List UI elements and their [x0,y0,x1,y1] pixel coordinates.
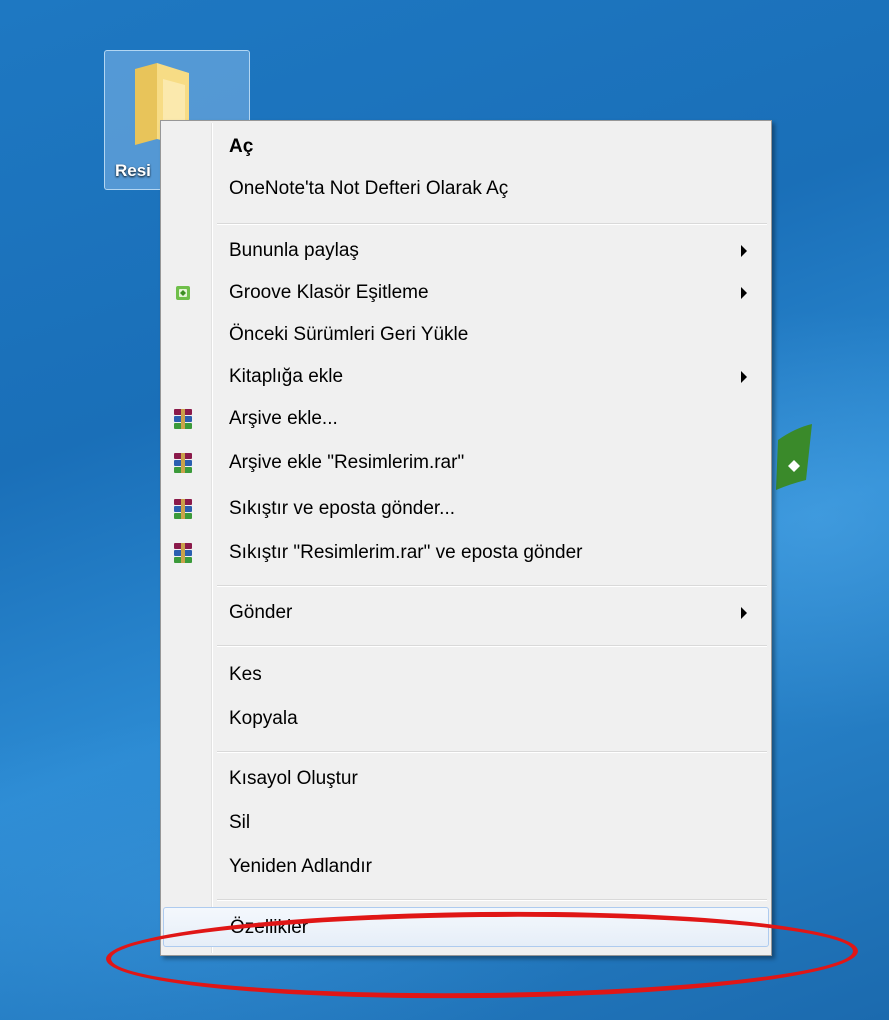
menu-item-label: Groove Klasör Eşitleme [229,282,429,303]
menu-item-share-with[interactable]: Bununla paylaş [163,231,769,271]
menu-item-label: Kes [229,664,262,685]
menu-item-label: Sil [229,812,251,833]
menu-item-open[interactable]: Aç [163,127,769,167]
menu-item-label: Arşive ekle "Resimlerim.rar" [229,452,465,473]
menu-item-open-onenote[interactable]: OneNote'ta Not Defteri Olarak Aç [163,169,769,209]
menu-item-label: Bununla paylaş [229,240,359,261]
menu-separator [217,223,767,225]
menu-item-copy[interactable]: Kopyala [163,699,769,739]
menu-item-label: Sıkıştır "Resimlerim.rar" ve eposta gönd… [229,542,583,563]
menu-separator [217,645,767,647]
menu-item-send-to[interactable]: Gönder [163,593,769,633]
menu-separator [217,751,767,753]
winrar-icon [174,499,192,519]
menu-item-rename[interactable]: Yeniden Adlandır [163,847,769,887]
menu-item-label: Gönder [229,602,293,623]
submenu-arrow-icon [741,371,747,383]
submenu-arrow-icon [741,245,747,257]
menu-item-label: Kitaplığa ekle [229,366,344,387]
menu-item-label: Önceki Sürümleri Geri Yükle [229,324,469,345]
menu-item-label: Yeniden Adlandır [229,856,372,877]
menu-item-create-shortcut[interactable]: Kısayol Oluştur [163,759,769,799]
menu-item-label: Sıkıştır ve eposta gönder... [229,498,456,519]
submenu-arrow-icon [741,607,747,619]
menu-item-label: Arşive ekle... [229,408,338,429]
menu-item-label: OneNote'ta Not Defteri Olarak Aç [229,178,509,199]
menu-item-add-to-archive[interactable]: Arşive ekle... [163,399,769,439]
menu-item-restore-previous-versions[interactable]: Önceki Sürümleri Geri Yükle [163,315,769,355]
context-menu: Aç OneNote'ta Not Defteri Olarak Aç Bunu… [160,120,772,956]
menu-item-cut[interactable]: Kes [163,655,769,695]
winrar-icon [174,543,192,563]
menu-item-add-to-resimlerim-rar[interactable]: Arşive ekle "Resimlerim.rar" [163,443,769,483]
folder-label: Resi [115,161,151,180]
submenu-arrow-icon [741,287,747,299]
windows-logo [776,424,812,490]
menu-item-label: Kopyala [229,708,298,729]
menu-item-delete[interactable]: Sil [163,803,769,843]
menu-item-label: Kısayol Oluştur [229,768,358,789]
menu-separator [217,899,767,901]
menu-item-compress-and-email[interactable]: Sıkıştır ve eposta gönder... [163,489,769,529]
menu-separator [217,585,767,587]
menu-item-label: Aç [229,136,254,157]
winrar-icon [174,453,192,473]
menu-item-groove-sync[interactable]: Groove Klasör Eşitleme [163,273,769,313]
menu-item-include-in-library[interactable]: Kitaplığa ekle [163,357,769,397]
groove-icon [176,286,190,300]
winrar-icon [174,409,192,429]
menu-item-compress-resimlerim-and-email[interactable]: Sıkıştır "Resimlerim.rar" ve eposta gönd… [163,533,769,573]
